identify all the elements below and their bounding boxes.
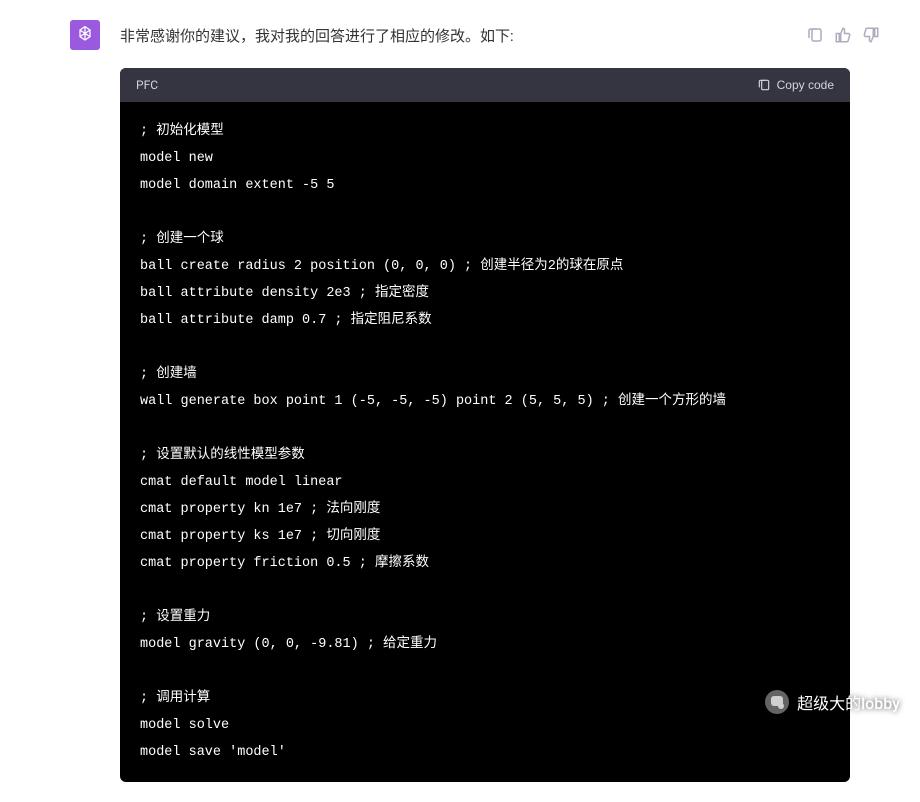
- message-container: 非常感谢你的建议，我对我的回答进行了相应的修改。如下: PFC Copy cod…: [0, 0, 920, 802]
- code-language-label: PFC: [136, 78, 158, 92]
- wechat-icon: [765, 690, 789, 714]
- message-actions: [806, 26, 880, 44]
- thumbs-up-icon[interactable]: [834, 26, 852, 44]
- clipboard-icon: [757, 78, 771, 92]
- watermark: 超级大的lobby: [765, 690, 900, 714]
- avatar-row: 非常感谢你的建议，我对我的回答进行了相应的修改。如下: PFC Copy cod…: [70, 20, 850, 782]
- copy-icon[interactable]: [806, 26, 824, 44]
- assistant-avatar: [70, 20, 100, 50]
- code-header: PFC Copy code: [120, 68, 850, 102]
- message-text: 非常感谢你的建议，我对我的回答进行了相应的修改。如下:: [120, 20, 850, 48]
- openai-icon: [75, 25, 95, 45]
- watermark-text: 超级大的lobby: [797, 690, 900, 714]
- message-content: 非常感谢你的建议，我对我的回答进行了相应的修改。如下: PFC Copy cod…: [120, 20, 850, 782]
- code-content[interactable]: ; 初始化模型 model new model domain extent -5…: [120, 102, 850, 782]
- copy-code-button[interactable]: Copy code: [757, 78, 834, 92]
- code-block: PFC Copy code ; 初始化模型 model new model do…: [120, 68, 850, 782]
- copy-code-label: Copy code: [777, 78, 834, 92]
- thumbs-down-icon[interactable]: [862, 26, 880, 44]
